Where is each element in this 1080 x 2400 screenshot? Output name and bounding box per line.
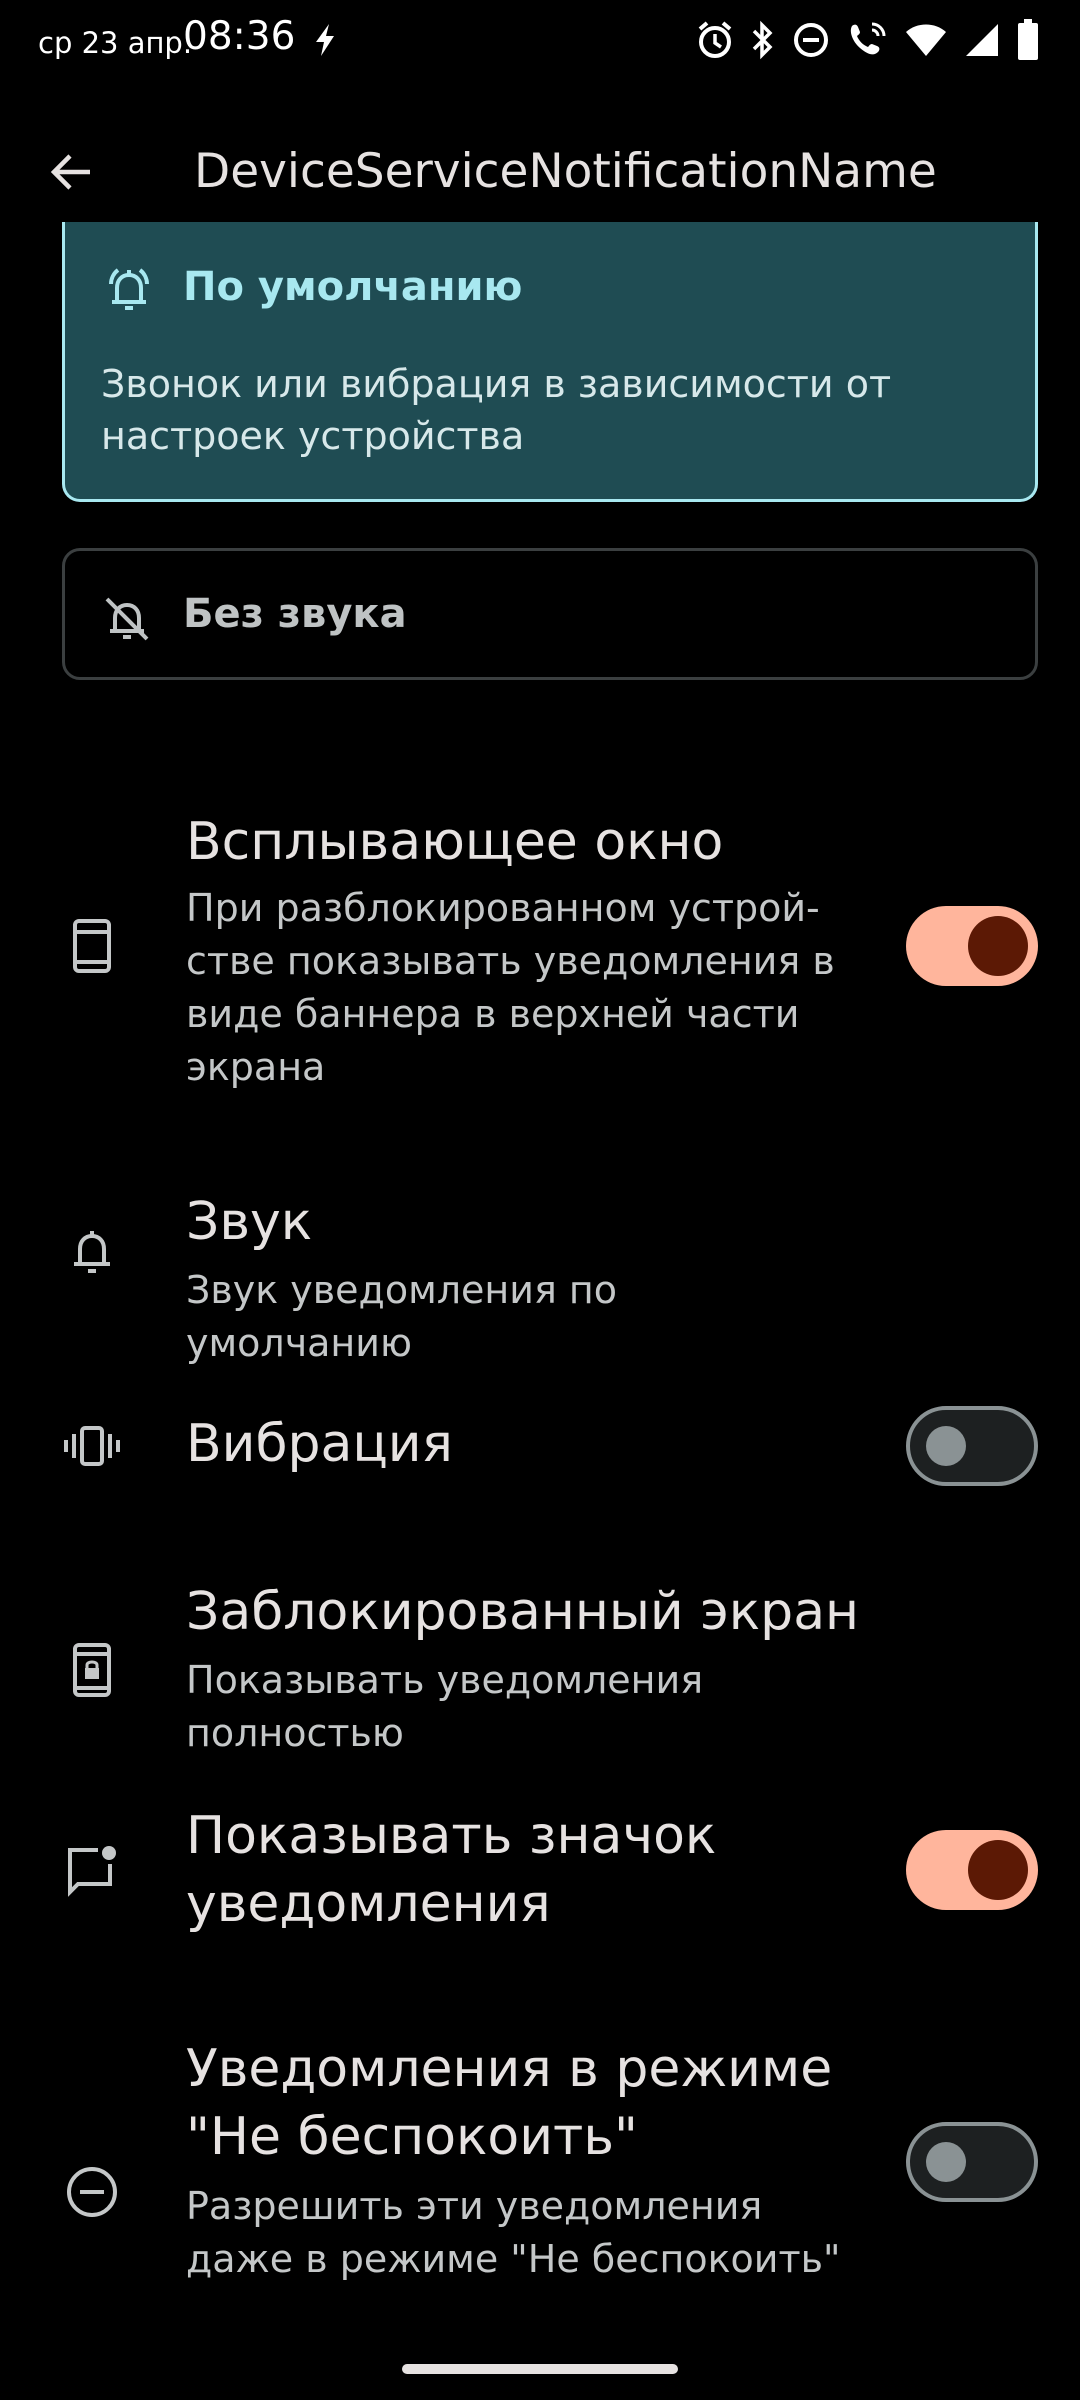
setting-title: Заблокированный экран bbox=[186, 1582, 860, 1642]
setting-title: Звук bbox=[186, 1192, 313, 1252]
bell-icon bbox=[74, 1231, 110, 1273]
setting-summary: Звук уведомления по умолчанию bbox=[186, 1268, 617, 1365]
alarm-icon bbox=[698, 21, 732, 58]
setting-summary: При разблокированном устрой-стве показыв… bbox=[186, 886, 835, 1089]
setting-row-lock-screen[interactable]: Заблокированный экран Показывать уведомл… bbox=[0, 1566, 1080, 1755]
back-button[interactable] bbox=[36, 136, 108, 208]
setting-row-popup[interactable]: Всплывающее окно При разблокированном ус… bbox=[0, 790, 1080, 1110]
badge-toggle[interactable] bbox=[906, 1830, 1038, 1910]
page-title: DeviceServiceNotificationName bbox=[194, 144, 937, 199]
vibration-toggle[interactable] bbox=[906, 1406, 1038, 1486]
status-time: 08:36 bbox=[183, 14, 296, 59]
vibration-icon bbox=[64, 1426, 120, 1466]
arrow-back-icon bbox=[50, 154, 90, 190]
setting-summary: Разрешить эти уведомления даже в режиме … bbox=[186, 2184, 841, 2281]
row-icon-wrap bbox=[62, 2162, 122, 2222]
dnd-icon bbox=[794, 23, 828, 57]
row-icon-wrap bbox=[62, 1222, 122, 1282]
status-date: ср 23 апр. bbox=[38, 26, 193, 60]
option-default-description: Звонок или вибрация в зависимости от нас… bbox=[101, 362, 892, 458]
row-icon-wrap bbox=[62, 1640, 122, 1700]
toggle-knob bbox=[926, 1426, 966, 1466]
setting-row-badge[interactable]: Показывать значок уведомления bbox=[0, 1796, 1080, 1946]
status-icons bbox=[696, 18, 1040, 62]
dnd-circle-icon bbox=[67, 2167, 117, 2217]
toggle-knob bbox=[968, 916, 1028, 976]
setting-title: Вибрация bbox=[186, 1414, 453, 1474]
dnd-toggle[interactable] bbox=[906, 2122, 1038, 2202]
option-silent-card[interactable]: Без звука bbox=[62, 548, 1038, 680]
status-bar: ср 23 апр. 08:36 bbox=[0, 0, 1080, 80]
row-icon-wrap bbox=[62, 1840, 122, 1900]
setting-summary: Показывать уведомления полностью bbox=[186, 1658, 704, 1755]
setting-title: Показывать значок уведомления bbox=[186, 1806, 717, 1934]
bluetooth-icon bbox=[752, 20, 773, 60]
setting-row-dnd[interactable]: Уведомления в режиме "Не беспокоить" Раз… bbox=[0, 2030, 1080, 2300]
bell-off-icon bbox=[105, 597, 149, 641]
wifi-calling-icon bbox=[850, 22, 886, 55]
setting-row-sound[interactable]: Звук Звук уведомления по умолчанию bbox=[0, 1176, 1080, 1365]
setting-title: Всплывающее окно bbox=[186, 812, 724, 872]
row-icon-wrap bbox=[62, 1416, 122, 1476]
setting-row-vibration[interactable]: Вибрация bbox=[0, 1386, 1080, 1506]
phone-lock-icon bbox=[73, 1643, 111, 1697]
option-default-card[interactable]: По умолчанию Звонок или вибрация в завис… bbox=[62, 222, 1038, 502]
popup-toggle[interactable] bbox=[906, 906, 1038, 986]
badge-icon bbox=[68, 1846, 116, 1897]
option-default-title: По умолчанию bbox=[183, 264, 523, 310]
phone-popup-icon bbox=[73, 919, 111, 973]
bell-ringing-icon bbox=[109, 268, 149, 310]
setting-title: Уведомления в режиме "Не беспокоить" bbox=[186, 2039, 833, 2167]
toggle-knob bbox=[968, 1840, 1028, 1900]
row-icon-wrap bbox=[62, 916, 122, 976]
signal-icon bbox=[966, 24, 998, 56]
battery-icon bbox=[1018, 19, 1038, 60]
option-silent-title: Без звука bbox=[183, 591, 407, 637]
toggle-knob bbox=[926, 2142, 966, 2182]
bolt-icon bbox=[316, 24, 334, 56]
wifi-icon bbox=[906, 24, 946, 56]
gesture-nav-handle[interactable] bbox=[402, 2364, 678, 2374]
